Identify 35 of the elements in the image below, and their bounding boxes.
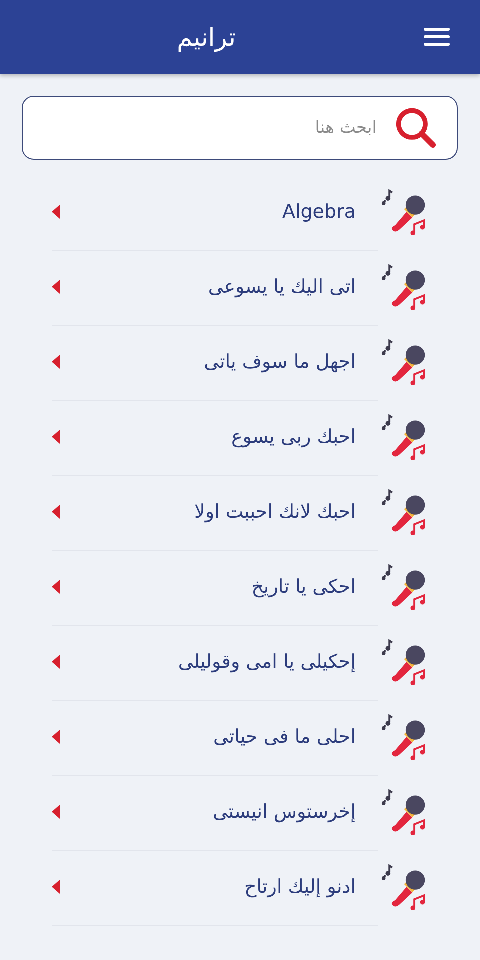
song-title[interactable]: احكى يا تاريخ [252,576,356,598]
song-title[interactable]: احبك لانك احببت اولا [194,501,356,523]
microphone-icon [380,414,428,462]
microphone-icon [380,488,428,536]
play-arrow-icon[interactable] [52,580,60,594]
play-arrow-icon[interactable] [52,880,60,894]
microphone-icon [380,264,428,312]
search-field[interactable]: ابحث هنا [22,96,458,160]
play-arrow-icon[interactable] [52,730,60,744]
microphone-icon [380,338,428,386]
song-title[interactable]: اتى اليك يا يسوعى [208,276,356,298]
microphone-icon [380,638,428,686]
play-arrow-icon[interactable] [52,430,60,444]
microphone-icon [380,188,428,236]
microphone-icon [380,714,428,762]
song-title[interactable]: اجهل ما سوف ياتى [204,351,356,373]
play-arrow-icon[interactable] [52,280,60,294]
play-arrow-icon[interactable] [52,805,60,819]
song-title[interactable]: احبك ربى يسوع [231,426,356,448]
play-arrow-icon[interactable] [52,505,60,519]
play-arrow-icon[interactable] [52,655,60,669]
microphone-icon [380,788,428,836]
song-title[interactable]: Algebra [282,201,356,223]
search-input[interactable]: ابحث هنا [43,108,377,148]
play-arrow-icon[interactable] [52,205,60,219]
play-arrow-icon[interactable] [52,355,60,369]
app-title: ترانيم [177,22,236,52]
search-icon[interactable] [395,107,437,149]
microphone-icon [380,864,428,912]
song-title[interactable]: احلى ما فى حياتى [213,726,356,748]
song-title[interactable]: إخرستوس انيستى [212,801,356,823]
song-title[interactable]: إحكيلى يا امى وقوليلى [178,651,356,673]
song-title[interactable]: ادنو إليك ارتاح [244,876,356,898]
microphone-icon [380,564,428,612]
menu-icon[interactable] [424,27,450,47]
